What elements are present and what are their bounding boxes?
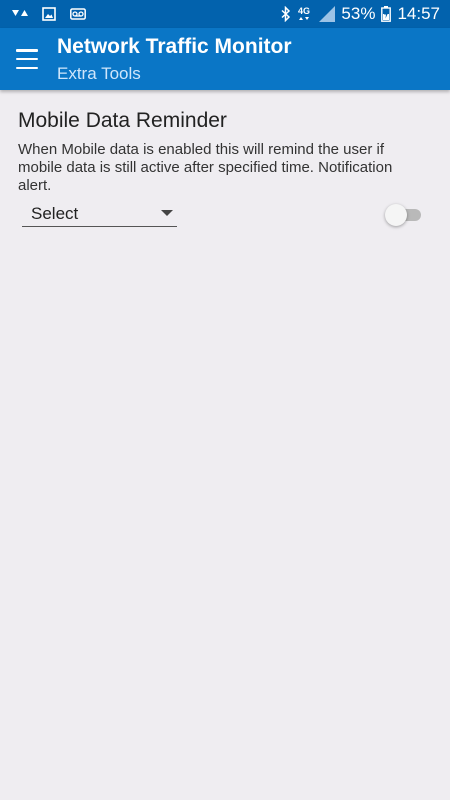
app-bar: Network Traffic Monitor Extra Tools [0, 28, 450, 90]
dropdown-arrow-icon [161, 210, 173, 216]
cell-signal-icon [319, 6, 336, 22]
menu-line [16, 57, 38, 61]
battery-percent: 53% [341, 4, 376, 23]
menu-line [16, 49, 38, 52]
section-description: When Mobile data is enabled this will re… [18, 141, 393, 194]
status-time: 14:57 [397, 4, 440, 23]
signal-down-up-icon [12, 8, 28, 20]
status-bar-left [12, 7, 86, 21]
reminder-toggle[interactable] [385, 204, 423, 226]
reminder-time-select[interactable]: Select [22, 200, 177, 227]
network-type-label: 4G [298, 6, 310, 16]
app-subtitle: Extra Tools [57, 64, 141, 83]
image-icon [42, 7, 56, 21]
section-title: Mobile Data Reminder [18, 109, 227, 132]
select-value: Select [31, 204, 79, 223]
status-bar-right: 4G 53% 14:57 [281, 4, 440, 24]
voicemail-icon [70, 8, 86, 20]
menu-line [16, 66, 38, 69]
bluetooth-icon [281, 6, 291, 22]
toggle-thumb [385, 204, 407, 226]
battery-icon [381, 6, 392, 22]
network-4g-icon: 4G [297, 5, 313, 23]
status-bar: 4G 53% 14:57 [0, 0, 450, 28]
app-title: Network Traffic Monitor [57, 35, 292, 58]
hamburger-menu-icon[interactable] [14, 47, 40, 71]
